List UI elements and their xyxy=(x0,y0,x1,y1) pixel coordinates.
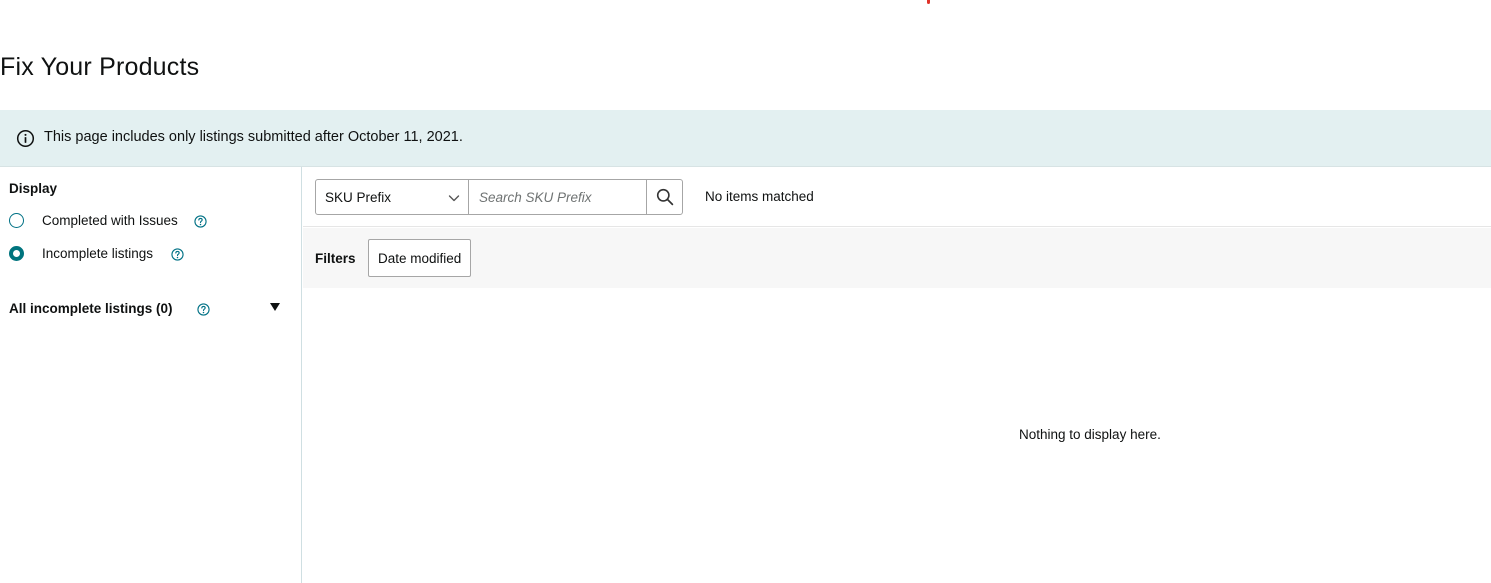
decorative-dot xyxy=(927,0,930,4)
main-content: SKU Prefix No items matched Filters Date… xyxy=(303,167,1491,583)
filter-bar: Filters Date modified xyxy=(303,228,1491,288)
search-bar: SKU Prefix No items matched xyxy=(303,167,1491,227)
result-count-text: No items matched xyxy=(705,189,814,204)
banner-message: This page includes only listings submitt… xyxy=(44,129,463,145)
help-icon[interactable] xyxy=(197,303,210,316)
radio-button-checked[interactable] xyxy=(9,246,24,261)
all-incomplete-listings-label[interactable]: All incomplete listings (0) xyxy=(9,301,173,316)
radio-button[interactable] xyxy=(9,213,24,228)
sidebar: Display Completed with Issues Incomplete… xyxy=(0,167,302,583)
chevron-down-icon xyxy=(448,195,460,202)
search-field-select[interactable]: SKU Prefix xyxy=(315,179,469,215)
date-modified-filter-button[interactable]: Date modified xyxy=(368,239,472,277)
info-icon xyxy=(16,129,35,148)
radio-label: Completed with Issues xyxy=(42,213,178,228)
help-icon[interactable] xyxy=(194,215,207,228)
info-banner: This page includes only listings submitt… xyxy=(0,110,1491,167)
search-button[interactable] xyxy=(646,179,683,215)
radio-label: Incomplete listings xyxy=(42,246,154,261)
help-icon[interactable] xyxy=(171,248,184,261)
search-icon xyxy=(656,188,674,206)
caret-down-icon[interactable] xyxy=(270,303,280,311)
search-input[interactable] xyxy=(469,179,647,215)
empty-state-text: Nothing to display here. xyxy=(1019,427,1161,442)
page-title: Fix Your Products xyxy=(0,53,200,81)
display-label: Display xyxy=(9,181,58,196)
filters-label: Filters xyxy=(315,251,356,266)
select-value: SKU Prefix xyxy=(325,190,392,205)
